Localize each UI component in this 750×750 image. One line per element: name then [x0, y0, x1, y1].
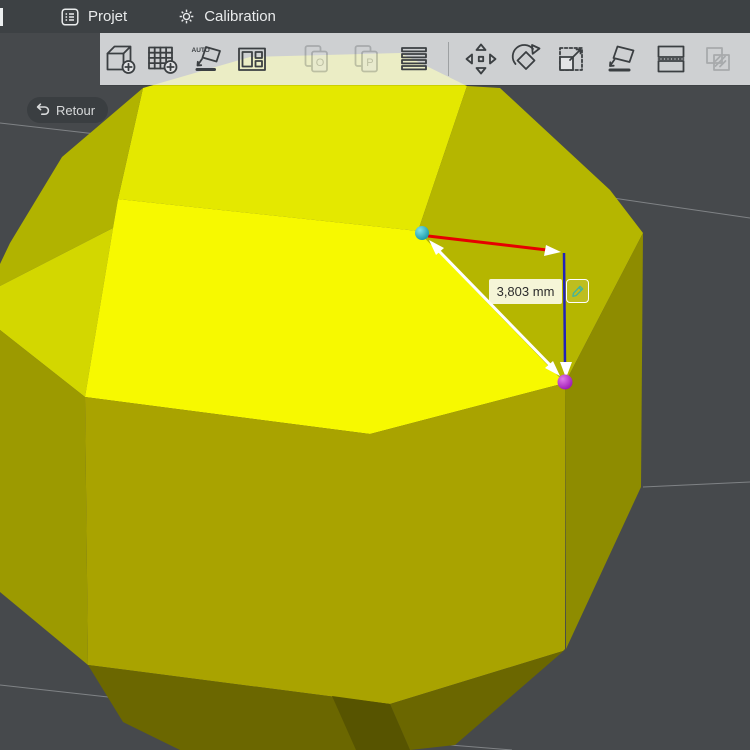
place-on-face-icon	[608, 45, 635, 72]
scale-button[interactable]	[551, 37, 591, 81]
arrange-icon	[238, 47, 266, 71]
add-cube-button[interactable]	[100, 37, 140, 81]
import-part-icon: P	[354, 45, 378, 73]
import-object-icon: O	[304, 45, 328, 73]
top-menu-bar: Projet Calibration	[0, 0, 750, 33]
toolbar-divider	[448, 42, 449, 76]
assembly-button	[698, 37, 738, 81]
add-plate-icon	[148, 46, 178, 74]
clipped-icon	[746, 41, 750, 77]
menu-item-label: Calibration	[204, 8, 276, 25]
3d-viewport[interactable]	[0, 0, 750, 750]
layers-icon	[401, 47, 427, 71]
window-edge-accent	[0, 8, 3, 26]
measurement-value-label: 3,803 mm	[489, 279, 562, 304]
split-button[interactable]	[651, 37, 691, 81]
menu-item-label: Projet	[88, 8, 128, 25]
scale-icon	[559, 47, 583, 71]
measure-start-point[interactable]	[415, 226, 429, 240]
split-icon	[657, 45, 685, 73]
import-object-button: O	[297, 37, 337, 81]
measure-end-point[interactable]	[557, 374, 573, 390]
back-button[interactable]: Retour	[27, 97, 109, 123]
auto-orient-button[interactable]: AUTO	[187, 37, 227, 81]
menu-item-calibration[interactable]: Calibration	[177, 0, 276, 33]
assembly-icon	[706, 47, 730, 71]
add-plate-button[interactable]	[142, 37, 182, 81]
edit-measurement-button[interactable]	[566, 279, 589, 303]
back-button-label: Retour	[56, 102, 96, 118]
auto-orient-icon: AUTO	[192, 46, 221, 71]
list-icon	[60, 7, 80, 27]
import-part-button: P	[347, 37, 387, 81]
layers-button[interactable]	[394, 37, 434, 81]
clipped-button	[744, 37, 750, 81]
svg-text:O: O	[316, 57, 325, 69]
add-cube-icon	[106, 45, 136, 74]
main-toolbar: AUTO O P	[100, 33, 750, 85]
front-face	[85, 383, 565, 704]
rotate-button[interactable]	[506, 37, 546, 81]
place-on-face-button[interactable]	[601, 37, 641, 81]
undo-icon	[36, 102, 50, 119]
move-button[interactable]	[461, 37, 501, 81]
svg-text:P: P	[366, 57, 373, 69]
z-component-line	[562, 252, 567, 366]
pencil-icon	[570, 283, 586, 299]
rotate-icon	[511, 44, 541, 70]
gear-icon	[177, 7, 196, 26]
arrange-button[interactable]	[232, 37, 272, 81]
move-icon	[465, 43, 497, 75]
menu-item-projet[interactable]: Projet	[60, 0, 127, 33]
